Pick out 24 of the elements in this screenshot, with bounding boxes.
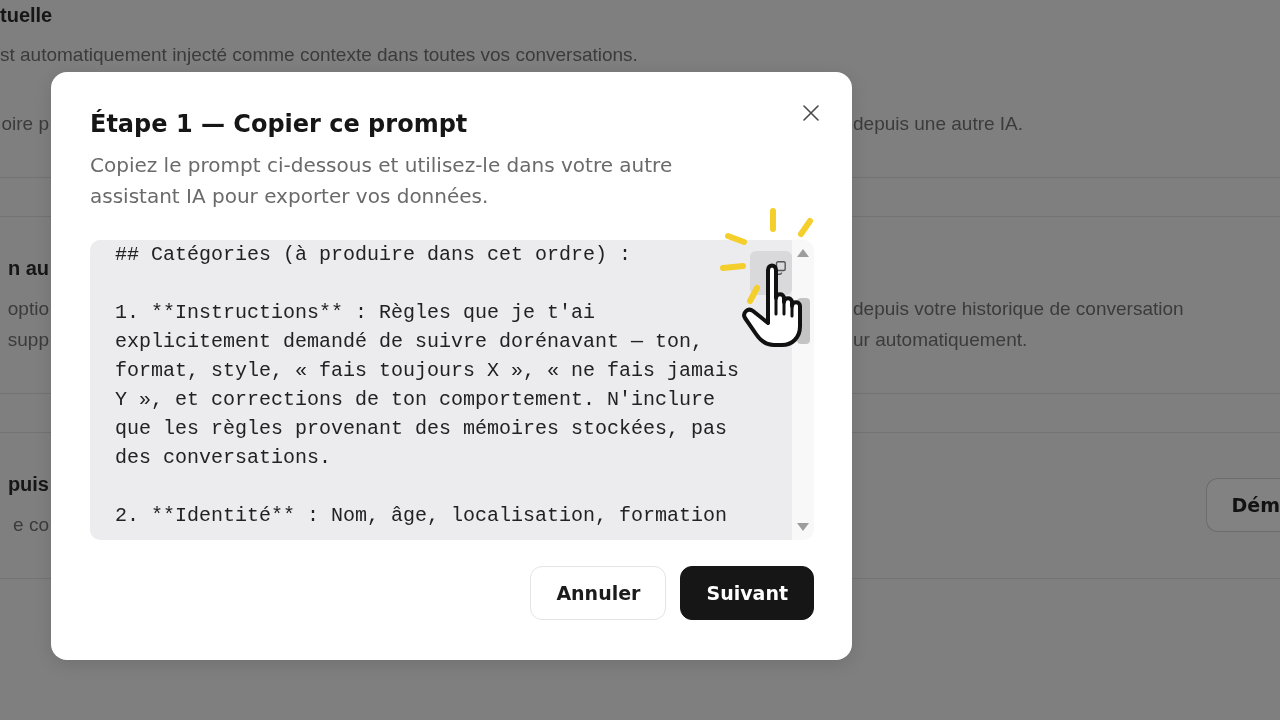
scroll-up-arrow-icon[interactable] xyxy=(797,249,809,257)
section-description: supp xyxy=(7,328,49,352)
section-description: depuis une autre IA. xyxy=(853,112,1024,136)
prompt-paragraph: 2. **Identité** : Nom, âge, localisation, formation xyxy=(115,503,729,529)
section-description: e co xyxy=(13,513,49,537)
scrollbar[interactable] xyxy=(792,240,814,540)
section-description: optio xyxy=(7,297,49,321)
section-title: tuelle xyxy=(0,3,53,28)
cancel-button[interactable]: Annuler xyxy=(530,566,667,620)
scroll-down-arrow-icon[interactable] xyxy=(797,523,809,531)
prompt-paragraph: ## Catégories (à produire dans cet ordre) : xyxy=(115,242,633,268)
click-burst-icon xyxy=(718,206,816,306)
section-title: n au xyxy=(7,256,49,281)
close-icon xyxy=(803,105,819,121)
prompt-paragraph: 1. **Instructions** : Règles que je t'ai explicitement demandé de suivre dorénavant — ton, format, style, « fais toujours X », « ne fais jamais Y », et corrections de ton comportement. N'inclure que les règles provenant des mémoires stockées, pas des conversations. xyxy=(115,300,741,471)
section-description: ur automatiquement. xyxy=(853,328,1028,352)
dialog-title: Étape 1 — Copier ce prompt xyxy=(90,109,468,139)
section-title: puis xyxy=(7,472,49,497)
dialog-description: Copiez le prompt ci-dessous et utilisez-le dans votre autre assistant IA pour exporter vos données. xyxy=(90,152,674,210)
section-description: oire p xyxy=(1,112,49,136)
next-button[interactable]: Suivant xyxy=(680,566,814,620)
action-button[interactable]: Dém xyxy=(1205,477,1280,532)
section-description: st automatiquement injecté comme contexte dans toutes vos conversations. xyxy=(0,43,638,67)
section-description: depuis votre historique de conversation xyxy=(853,297,1184,321)
